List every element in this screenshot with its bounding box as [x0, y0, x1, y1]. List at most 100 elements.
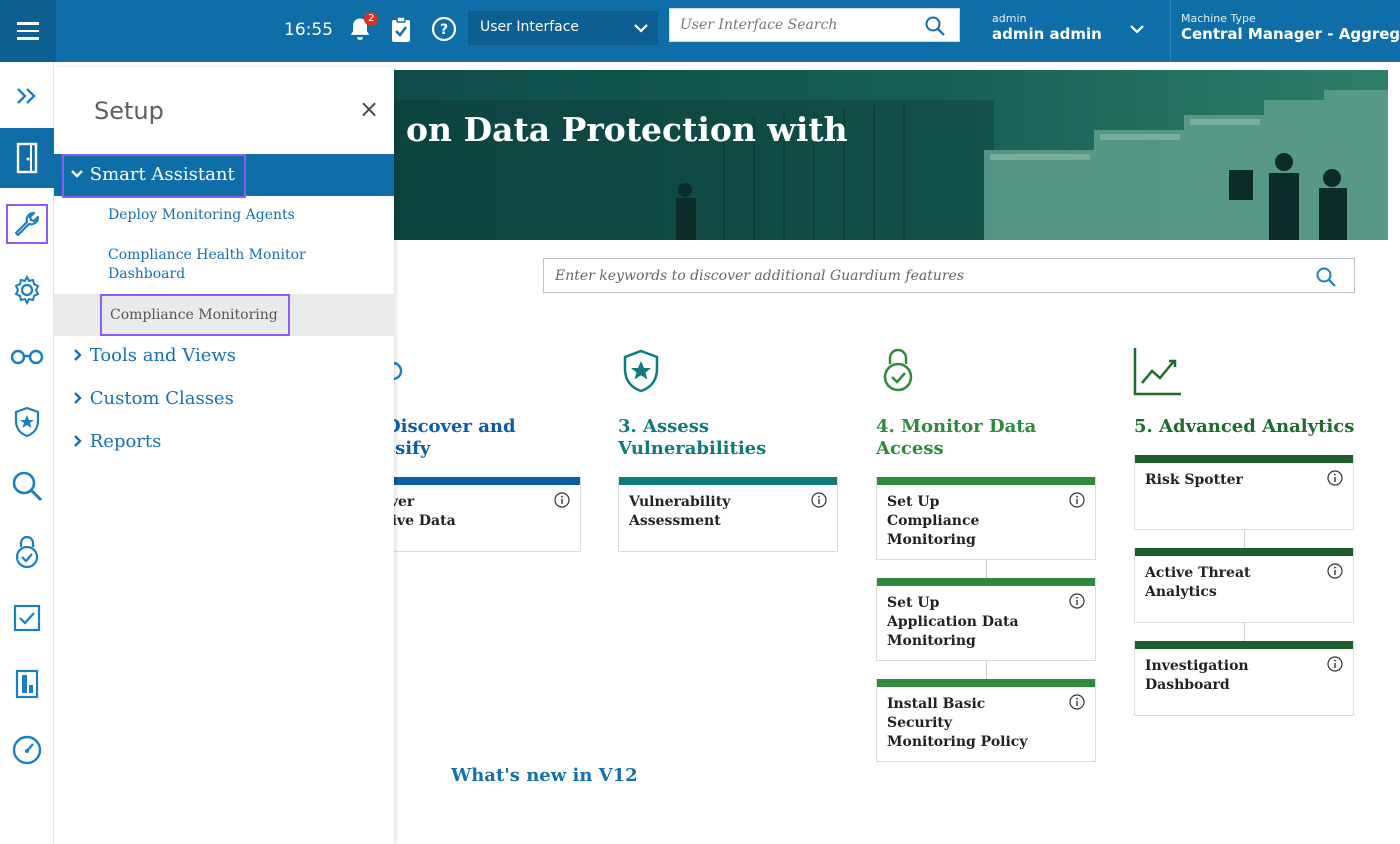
- card-install-basic-security-policy[interactable]: Install Basic Security Monitoring Policy: [876, 679, 1096, 762]
- report-icon[interactable]: [0, 658, 54, 710]
- card-text: Set Up: [887, 595, 940, 611]
- chevron-right-icon: [74, 435, 82, 447]
- menu-compliance-monitoring[interactable]: Compliance Monitoring: [54, 294, 394, 336]
- chevron-down-icon: [71, 170, 83, 178]
- search-icon[interactable]: [1314, 265, 1338, 289]
- heading-line: Access: [876, 438, 944, 459]
- card-text: sitive Data: [372, 513, 456, 529]
- help-icon[interactable]: ?: [431, 16, 457, 42]
- card-text: Assessment: [629, 513, 721, 529]
- card-setup-compliance-monitoring[interactable]: Set Up Compliance Monitoring: [876, 477, 1096, 560]
- whats-new-link[interactable]: What's new in V12: [451, 765, 638, 786]
- card-bar: [619, 477, 837, 485]
- menu-deploy-monitoring-agents[interactable]: Deploy Monitoring Agents: [108, 206, 295, 225]
- card-text: Vulnerability: [629, 494, 731, 510]
- heading-line: ssify: [385, 438, 431, 459]
- menu-tools-and-views[interactable]: Tools and Views: [72, 345, 236, 366]
- top-bar: 16:55 2 ? User Interface admin admin adm…: [0, 0, 1400, 62]
- machine-type-label: Machine Type: [1181, 12, 1256, 25]
- info-icon[interactable]: [1327, 563, 1343, 579]
- lock-check-icon: [883, 348, 913, 392]
- chevron-right-icon: [74, 392, 82, 404]
- notification-badge: 2: [364, 12, 379, 26]
- card-bar: [877, 477, 1095, 485]
- card-connector: [1244, 623, 1245, 641]
- glasses-icon[interactable]: [0, 330, 54, 382]
- card-text: Install Basic: [887, 696, 986, 712]
- info-icon[interactable]: [811, 492, 827, 508]
- wrench-icon[interactable]: [0, 198, 54, 250]
- search-icon[interactable]: [923, 14, 947, 38]
- svg-text:?: ?: [440, 22, 448, 38]
- card-risk-spotter[interactable]: Risk Spotter: [1134, 455, 1354, 530]
- info-icon[interactable]: [1069, 694, 1085, 710]
- info-icon[interactable]: [1069, 492, 1085, 508]
- info-icon[interactable]: [1327, 656, 1343, 672]
- user-menu[interactable]: admin admin admin: [992, 12, 1102, 43]
- shield-star-icon[interactable]: [0, 396, 54, 448]
- clipboard-check-icon[interactable]: [389, 16, 413, 44]
- setup-drawer: Setup × Smart Assistant Deploy Monitorin…: [54, 67, 394, 844]
- clock: 16:55: [284, 20, 333, 40]
- menu-reports[interactable]: Reports: [72, 431, 161, 452]
- card-text: Compliance: [887, 513, 980, 529]
- card-discover-sensitive-data[interactable]: coversitive Data: [361, 477, 581, 552]
- heading-line: 5. Advanced Analytics: [1134, 416, 1355, 437]
- heading-line: Vulnerabilities: [618, 438, 767, 459]
- card-text: Monitoring Policy: [887, 734, 1028, 750]
- user-role: admin: [992, 12, 1027, 25]
- card-setup-application-data-monitoring[interactable]: Set Up Application Data Monitoring: [876, 578, 1096, 661]
- card-vulnerability-assessment[interactable]: Vulnerability Assessment: [618, 477, 838, 552]
- smart-assistant-label: Smart Assistant: [89, 164, 235, 185]
- gear-icon[interactable]: [0, 264, 54, 316]
- view-selector[interactable]: User Interface: [468, 11, 658, 45]
- card-bar: [1135, 641, 1353, 649]
- heading-line: 3. Assess: [618, 416, 710, 437]
- chevron-down-icon[interactable]: [1128, 20, 1146, 38]
- card-investigation-dashboard[interactable]: Investigation Dashboard: [1134, 641, 1354, 716]
- card-text: Monitoring: [887, 633, 976, 649]
- global-search: [669, 8, 960, 42]
- card-bar: [877, 578, 1095, 586]
- view-selector-label: User Interface: [480, 19, 580, 35]
- section-label: Custom Classes: [89, 388, 234, 409]
- shield-star-icon: [623, 349, 659, 393]
- lock-check-icon[interactable]: [0, 526, 54, 578]
- card-text: cover: [372, 493, 570, 512]
- info-icon[interactable]: [1069, 593, 1085, 609]
- card-connector: [986, 560, 987, 578]
- menu-custom-classes[interactable]: Custom Classes: [72, 388, 234, 409]
- card-text: Application Data: [887, 614, 1019, 630]
- global-search-input[interactable]: [670, 9, 910, 41]
- machine-type: Machine Type Central Manager - Aggregato…: [1170, 0, 1400, 62]
- checklist-icon[interactable]: [0, 592, 54, 644]
- close-icon[interactable]: ×: [359, 95, 379, 123]
- chevron-right-icon: [74, 349, 82, 361]
- door-icon[interactable]: [0, 128, 54, 188]
- card-text: Set Up: [887, 494, 940, 510]
- card-active-threat-analytics[interactable]: Active Threat Analytics: [1134, 548, 1354, 623]
- heading-line: 4. Monitor Data: [876, 416, 1037, 437]
- menu-compliance-health-monitor-dashboard[interactable]: Compliance Health Monitor Dashboard: [108, 246, 338, 284]
- drawer-title: Setup: [94, 97, 164, 125]
- card-connector: [986, 661, 987, 679]
- hamburger-menu-button[interactable]: [0, 0, 56, 62]
- card-bar: [362, 477, 580, 485]
- info-icon[interactable]: [554, 492, 570, 508]
- info-icon[interactable]: [1327, 470, 1343, 486]
- card-text: Dashboard: [1145, 677, 1230, 693]
- column-heading-assess: 3. Assess Vulnerabilities: [618, 416, 766, 460]
- chevron-down-icon: [634, 24, 648, 33]
- card-bar: [1135, 548, 1353, 556]
- search-icon[interactable]: [0, 460, 54, 512]
- expand-icon[interactable]: [0, 70, 54, 122]
- card-text: Active Threat: [1145, 565, 1251, 581]
- smart-assistant-highlight: Smart Assistant: [62, 154, 246, 198]
- gauge-icon[interactable]: [0, 724, 54, 776]
- compliance-monitoring-label: Compliance Monitoring: [100, 294, 290, 336]
- feature-search-input[interactable]: [544, 259, 1284, 292]
- card-bar: [1135, 455, 1353, 463]
- column-heading-analytics: 5. Advanced Analytics: [1134, 416, 1354, 438]
- menu-smart-assistant[interactable]: Smart Assistant: [54, 154, 394, 198]
- column-heading-discover: Discover and ssify: [385, 416, 516, 460]
